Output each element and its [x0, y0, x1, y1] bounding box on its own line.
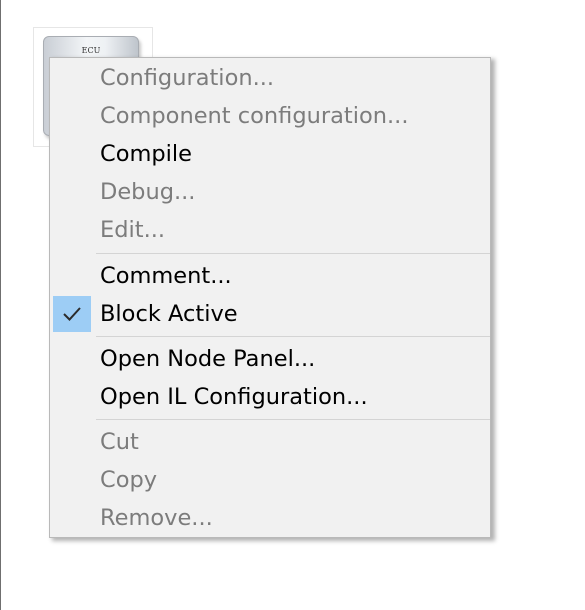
- menu-item-label: Component configuration...: [100, 102, 409, 129]
- check-icon: [63, 307, 81, 321]
- menu-separator: [96, 419, 490, 420]
- menu-item-label: Open Node Panel...: [100, 345, 316, 372]
- ecu-block-label: ECU: [81, 46, 101, 55]
- menu-item-label: Compile: [100, 140, 193, 167]
- menu-item-comment[interactable]: Comment...: [50, 257, 490, 295]
- menu-item-edit[interactable]: Edit...: [50, 211, 490, 249]
- context-menu: Configuration... Component configuration…: [49, 57, 491, 538]
- menu-item-label: Cut: [100, 428, 139, 455]
- check-highlight: [53, 296, 91, 332]
- menu-item-copy[interactable]: Copy: [50, 461, 490, 499]
- menu-item-compile[interactable]: Compile: [50, 135, 490, 173]
- menu-item-label: Configuration...: [100, 64, 275, 91]
- menu-item-remove[interactable]: Remove...: [50, 499, 490, 537]
- menu-item-component-configuration[interactable]: Component configuration...: [50, 97, 490, 135]
- menu-separator: [96, 253, 490, 254]
- menu-item-configuration[interactable]: Configuration...: [50, 59, 490, 97]
- menu-item-label: Comment...: [100, 262, 232, 289]
- menu-item-label: Open IL Configuration...: [100, 383, 368, 410]
- menu-separator: [96, 336, 490, 337]
- menu-item-label: Debug...: [100, 178, 196, 205]
- menu-item-label: Block Active: [100, 300, 238, 327]
- menu-item-debug[interactable]: Debug...: [50, 173, 490, 211]
- desktop-canvas: ECU Configuration... Component configura…: [0, 0, 585, 610]
- menu-item-label: Edit...: [100, 216, 166, 243]
- menu-item-block-active[interactable]: Block Active: [50, 295, 490, 333]
- menu-item-open-node-panel[interactable]: Open Node Panel...: [50, 340, 490, 378]
- menu-item-open-il-configuration[interactable]: Open IL Configuration...: [50, 378, 490, 416]
- window-edge: [0, 0, 1, 610]
- menu-item-label: Copy: [100, 466, 158, 493]
- menu-item-cut[interactable]: Cut: [50, 423, 490, 461]
- menu-item-label: Remove...: [100, 504, 213, 531]
